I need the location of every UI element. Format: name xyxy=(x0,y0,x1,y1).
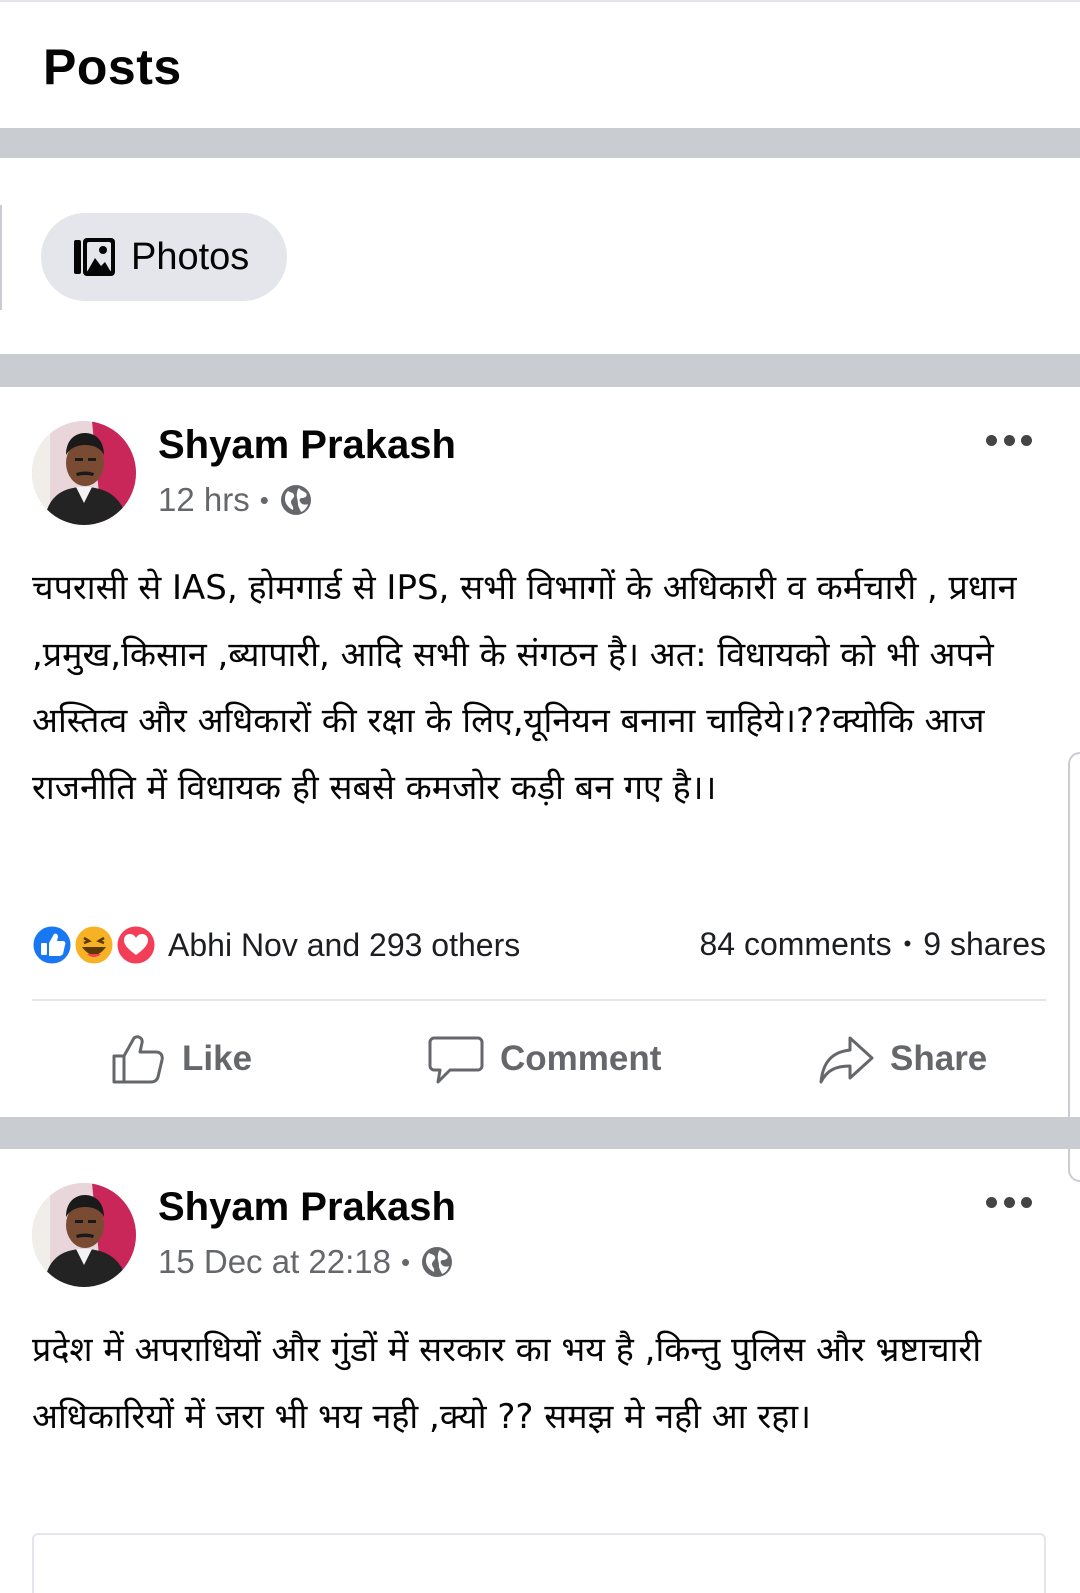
comment-icon xyxy=(428,1036,484,1084)
comment-label: Comment xyxy=(500,1039,662,1078)
scrollbar[interactable] xyxy=(1068,752,1080,1182)
section-separator xyxy=(0,1117,1080,1149)
more-dot xyxy=(1021,434,1032,446)
more-dot xyxy=(1003,434,1015,446)
globe-icon xyxy=(422,1247,453,1277)
engagement-counts: 84 comments • 9 shares xyxy=(699,923,1046,965)
photos-filter-label: Photos xyxy=(131,235,250,278)
post-meta: 15 Dec at 22:18 • xyxy=(158,1243,454,1281)
filter-bar: Photos xyxy=(0,158,1080,354)
comments-count[interactable]: 84 comments xyxy=(699,923,891,965)
share-label: Share xyxy=(890,1039,988,1078)
post-text: चपरासी से IAS, होमगार्ड से IPS, सभी विभा… xyxy=(32,568,1017,808)
reaction-icons xyxy=(30,923,158,967)
post-actions: Like Comment Share xyxy=(0,1019,1080,1099)
more-dot xyxy=(986,1196,997,1208)
left-edge-line xyxy=(0,205,2,310)
post-card: Shyam Prakash 15 Dec at 22:18 • प्रदेश म… xyxy=(0,1149,1080,1571)
page-title: Posts xyxy=(43,39,182,95)
post-text: प्रदेश में अपराधियों और गुंडों में सरकार… xyxy=(32,1330,982,1437)
like-label: Like xyxy=(182,1039,253,1078)
photos-filter-button[interactable]: Photos xyxy=(41,213,287,301)
like-icon xyxy=(30,923,74,967)
more-dot xyxy=(1003,1196,1015,1208)
actions-divider xyxy=(32,999,1046,1001)
more-options-button[interactable] xyxy=(986,433,1032,447)
globe-icon xyxy=(280,485,311,515)
share-button[interactable]: Share xyxy=(818,1019,987,1099)
post-timestamp[interactable]: 15 Dec at 22:18 xyxy=(158,1243,391,1281)
reactions-text: Abhi Nov and 293 others xyxy=(168,926,521,963)
shares-count[interactable]: 9 shares xyxy=(923,923,1046,965)
like-outline-icon xyxy=(112,1035,164,1084)
post-meta: 12 hrs • xyxy=(158,481,313,519)
more-dot xyxy=(1021,1196,1032,1208)
shared-content-card[interactable] xyxy=(32,1533,1046,1593)
share-icon xyxy=(819,1036,874,1084)
more-options-button[interactable] xyxy=(986,1195,1032,1209)
section-separator xyxy=(0,128,1080,158)
post-author[interactable]: Shyam Prakash xyxy=(158,1185,456,1230)
like-button[interactable]: Like xyxy=(110,1019,252,1099)
meta-dot: • xyxy=(259,484,269,515)
section-separator xyxy=(0,354,1080,387)
post-author[interactable]: Shyam Prakash xyxy=(158,423,456,468)
profile-photo xyxy=(32,1183,136,1287)
reaction-summary[interactable]: Abhi Nov and 293 others xyxy=(30,923,520,967)
counts-dot: • xyxy=(903,931,912,956)
avatar[interactable] xyxy=(32,421,136,525)
love-icon xyxy=(114,923,158,967)
post-card: Shyam Prakash 12 hrs • चपरासी से IAS, हो… xyxy=(0,387,1080,1117)
haha-icon xyxy=(72,923,116,967)
more-dot xyxy=(986,434,997,446)
photos-icon xyxy=(74,238,115,276)
post-timestamp[interactable]: 12 hrs xyxy=(158,481,250,519)
page-header: Posts xyxy=(0,2,1080,128)
meta-dot: • xyxy=(401,1246,411,1277)
comment-button[interactable]: Comment xyxy=(428,1019,661,1099)
profile-photo xyxy=(32,421,136,525)
avatar[interactable] xyxy=(32,1183,136,1287)
